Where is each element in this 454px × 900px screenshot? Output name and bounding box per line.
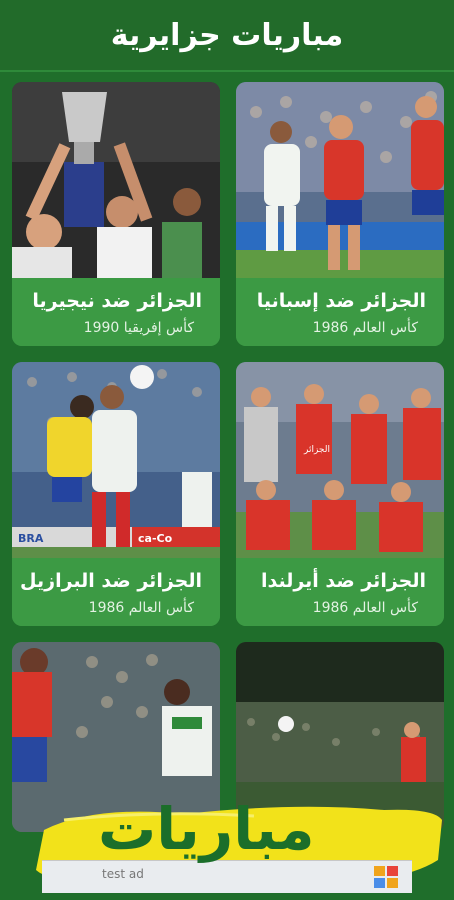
match-card-spain[interactable]: الجزائر ضد إسبانيا كأس العالم 1986 <box>236 82 444 346</box>
match-card-ireland[interactable]: الجزائر الجزائر ضد أيرلندا كأس العالم 19… <box>236 362 444 626</box>
match-photo-brazil: BRA ca-Co <box>12 362 220 558</box>
ad-logo-icon <box>374 866 398 888</box>
card-title: الجزائر ضد نيجيريا <box>32 290 202 312</box>
card-caption: الجزائر ضد نيجيريا كأس إفريقيا 1990 <box>12 278 220 346</box>
ad-board-text: ca-Co <box>138 532 173 545</box>
app-header: مباريات جزايرية <box>0 0 454 72</box>
card-caption: الجزائر ضد إسبانيا كأس العالم 1986 <box>236 278 444 346</box>
stadium-ad-text: BRA <box>18 532 44 545</box>
page-title: مباريات جزايرية <box>110 17 344 53</box>
card-subtitle: كأس العالم 1986 <box>312 600 418 616</box>
card-title: الجزائر ضد إسبانيا <box>256 290 426 312</box>
match-photo-spain <box>236 82 444 278</box>
jersey-text: الجزائر <box>303 445 330 455</box>
match-photo-ireland: الجزائر <box>236 362 444 558</box>
card-caption: الجزائر ضد البرازيل كأس العالم 1986 <box>12 558 220 626</box>
card-subtitle: كأس العالم 1986 <box>312 320 418 336</box>
match-card-nigeria[interactable]: الجزائر ضد نيجيريا كأس إفريقيا 1990 <box>12 82 220 346</box>
match-card-brazil[interactable]: BRA ca-Co الجزائر ضد البرازيل كأس العالم… <box>12 362 220 626</box>
match-photo-nigeria <box>12 82 220 278</box>
card-subtitle: كأس إفريقيا 1990 <box>83 320 194 336</box>
card-subtitle: كأس العالم 1986 <box>88 600 194 616</box>
banner-title: مباريات <box>98 795 315 863</box>
card-caption: الجزائر ضد أيرلندا كأس العالم 1986 <box>236 558 444 626</box>
card-title: الجزائر ضد البرازيل <box>20 570 202 592</box>
ad-text: test ad <box>102 867 144 881</box>
card-title: الجزائر ضد أيرلندا <box>260 570 426 592</box>
ad-banner[interactable]: test ad <box>42 860 412 893</box>
